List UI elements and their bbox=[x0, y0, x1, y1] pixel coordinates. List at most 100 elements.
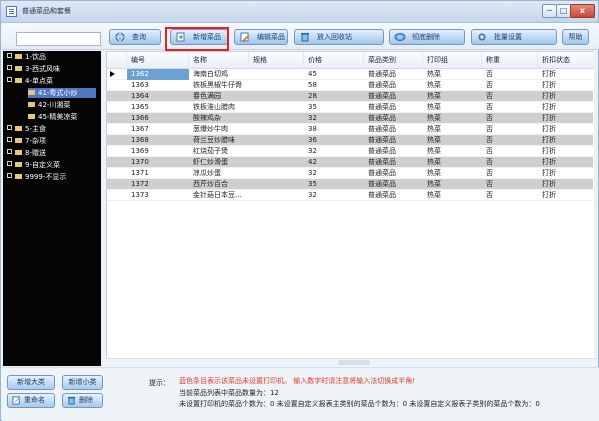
table-cell: 荷兰豆炒腊味 bbox=[193, 136, 235, 144]
search-input[interactable] bbox=[16, 32, 101, 46]
table-row[interactable]: 1362 海南白切鸡 45 普通菜品 热菜 否 打折 bbox=[107, 69, 593, 80]
window-title: 普通菜品和套餐 bbox=[22, 7, 71, 15]
delete-category-button[interactable]: 删除 bbox=[62, 393, 103, 408]
table-cell: 热菜 bbox=[427, 136, 441, 144]
table-cell: 否 bbox=[486, 180, 493, 188]
table-cell bbox=[249, 91, 304, 102]
table-cell: 热菜 bbox=[427, 191, 441, 199]
table-cell bbox=[249, 102, 304, 113]
close-button[interactable]: x bbox=[570, 4, 595, 18]
expand-icon[interactable] bbox=[7, 65, 12, 70]
expand-icon[interactable] bbox=[7, 149, 12, 154]
tree-item-4-single-dishes[interactable]: 4-单点菜 bbox=[7, 76, 53, 86]
table-cell bbox=[249, 179, 304, 190]
expand-icon[interactable] bbox=[7, 161, 12, 166]
expand-icon[interactable] bbox=[7, 125, 12, 130]
table-row[interactable]: 1369 红烧茄子煲 32 普通菜品 热菜 否 打折 bbox=[107, 146, 593, 157]
rename-button-label: 重命名 bbox=[24, 396, 45, 404]
table-cell: 否 bbox=[486, 114, 493, 122]
tree-item-label: 8-赠送 bbox=[25, 149, 46, 157]
table-row[interactable]: 1365 铁板淮山腊肉 35 普通菜品 热菜 否 打折 bbox=[107, 102, 593, 113]
column-header-price[interactable]: 价格 bbox=[304, 52, 364, 69]
column-header-category[interactable]: 菜品类别 bbox=[364, 52, 423, 69]
table-cell: 38 bbox=[308, 125, 317, 133]
tree-item-42-sichuan[interactable]: 42-川湘菜 bbox=[28, 100, 70, 110]
table-row[interactable]: 1368 荷兰豆炒腊味 36 普通菜品 热菜 否 打折 bbox=[107, 135, 593, 146]
table-cell: 热菜 bbox=[427, 180, 441, 188]
table-cell: 1366 bbox=[131, 114, 149, 122]
table-row[interactable]: 1373 金针菇日本豆... 32 普通菜品 热菜 否 打折 bbox=[107, 190, 593, 201]
table-row[interactable]: 1364 春色满园 28 普通菜品 热菜 否 打折 bbox=[107, 91, 593, 102]
table-cell: 1365 bbox=[131, 103, 149, 111]
table-cell: 葱爆炒牛肉 bbox=[193, 125, 228, 133]
folder-icon bbox=[15, 174, 22, 179]
table-cell: 1363 bbox=[131, 81, 149, 89]
help-button-label: 帮助 bbox=[568, 33, 583, 41]
column-header-discount[interactable]: 折扣状态 bbox=[538, 52, 596, 69]
tree-item-41-cantonese[interactable]: 41-粤式小炒 bbox=[28, 88, 96, 98]
column-header-print-group[interactable]: 打印组 bbox=[423, 52, 482, 69]
expand-icon[interactable] bbox=[7, 137, 12, 142]
table-cell: 1369 bbox=[131, 147, 149, 155]
table-row[interactable]: 1363 铁板黑椒牛仔骨 58 普通菜品 热菜 否 打折 bbox=[107, 80, 593, 91]
folder-icon bbox=[28, 102, 35, 107]
search-button[interactable]: 查询 bbox=[109, 29, 161, 45]
tree-item-9-custom[interactable]: 9-自定义菜 bbox=[7, 160, 60, 170]
table-row[interactable]: 1367 葱爆炒牛肉 38 普通菜品 热菜 否 打折 bbox=[107, 124, 593, 135]
column-header-name[interactable]: 名称 bbox=[189, 52, 249, 69]
expand-icon[interactable] bbox=[7, 173, 12, 178]
trash-icon bbox=[301, 33, 309, 42]
permanent-delete-button[interactable]: 彻底删除 bbox=[389, 29, 465, 45]
table-cell: 打折 bbox=[542, 169, 556, 177]
column-header-id[interactable]: 编号 bbox=[127, 52, 189, 69]
tree-item-3-western[interactable]: 3-西式风味 bbox=[7, 64, 60, 74]
table-cell: 热菜 bbox=[427, 81, 441, 89]
bottom-panel: 新增大类 新增小类 重命名 删除 提示： 蓝色条目表示该菜品未设置打印机。 输入… bbox=[2, 367, 599, 421]
table-cell: 普通菜品 bbox=[368, 70, 396, 78]
tree-item-label: 7-杂项 bbox=[25, 137, 46, 145]
expand-icon[interactable] bbox=[7, 53, 12, 58]
table-cell: 铁板淮山腊肉 bbox=[193, 103, 235, 111]
table-row[interactable]: 1366 酸辣鸡杂 32 普通菜品 热菜 否 打折 bbox=[107, 113, 593, 124]
tree-item-label: 45-精美凉菜 bbox=[38, 113, 78, 121]
table-cell: 45 bbox=[308, 70, 317, 78]
tree-item-label: 5-主食 bbox=[25, 125, 46, 133]
table-cell: 凉瓜炒蛋 bbox=[193, 169, 221, 177]
table-cell: 36 bbox=[308, 136, 317, 144]
table-cell bbox=[249, 113, 304, 124]
column-header-weighing[interactable]: 称重 bbox=[482, 52, 538, 69]
recycle-button[interactable]: 放入回收站 bbox=[294, 29, 384, 45]
tree-item-7-misc[interactable]: 7-杂项 bbox=[7, 136, 46, 146]
tree-item-label: 3-西式风味 bbox=[25, 65, 60, 73]
table-cell: 否 bbox=[486, 92, 493, 100]
tree-item-9999-hidden[interactable]: 9999-不显示 bbox=[7, 172, 66, 182]
batch-settings-button-label: 批量设置 bbox=[494, 33, 522, 41]
minimize-button[interactable]: ─ bbox=[542, 4, 557, 18]
new-major-category-button[interactable]: 新增大类 bbox=[7, 375, 55, 390]
tree-item-5-staple[interactable]: 5-主食 bbox=[7, 124, 46, 134]
table-row[interactable]: 1370 虾仁炒滑蛋 42 普通菜品 热菜 否 打折 bbox=[107, 157, 593, 168]
column-header-spec[interactable]: 规格 bbox=[249, 52, 304, 69]
scroll-thumb[interactable] bbox=[338, 360, 370, 365]
tree-item-1-drinks[interactable]: 1-饮品 bbox=[7, 52, 46, 62]
category-tree: 1-饮品 3-西式风味 4-单点菜 41-粤式小炒 42-川湘菜 45-精美凉菜… bbox=[3, 51, 101, 366]
table-row[interactable]: 1372 西芹炒百合 35 普通菜品 热菜 否 打折 bbox=[107, 179, 593, 190]
table-cell: 西芹炒百合 bbox=[193, 180, 228, 188]
table-cell: 1362 bbox=[127, 69, 189, 80]
table-cell: 打折 bbox=[542, 125, 556, 133]
edit-dish-button[interactable]: 编辑菜品 bbox=[234, 29, 288, 45]
collapse-icon[interactable] bbox=[7, 77, 12, 82]
vertical-scrollbar[interactable] bbox=[594, 51, 598, 366]
tree-item-8-gift[interactable]: 8-赠送 bbox=[7, 148, 46, 158]
batch-settings-button[interactable]: 批量设置 bbox=[471, 29, 557, 45]
table-cell bbox=[249, 135, 304, 146]
maximize-button[interactable]: □ bbox=[556, 4, 571, 18]
rename-button[interactable]: 重命名 bbox=[7, 393, 55, 408]
help-button[interactable]: 帮助 bbox=[562, 29, 589, 45]
table-row[interactable]: 1371 凉瓜炒蛋 32 普通菜品 热菜 否 打折 bbox=[107, 168, 593, 179]
tree-item-45-cold-dishes[interactable]: 45-精美凉菜 bbox=[28, 112, 77, 122]
table-cell: 打折 bbox=[542, 136, 556, 144]
table-cell: 铁板黑椒牛仔骨 bbox=[193, 81, 242, 89]
new-minor-category-button[interactable]: 新增小类 bbox=[62, 375, 103, 390]
horizontal-scrollbar[interactable] bbox=[106, 358, 597, 366]
